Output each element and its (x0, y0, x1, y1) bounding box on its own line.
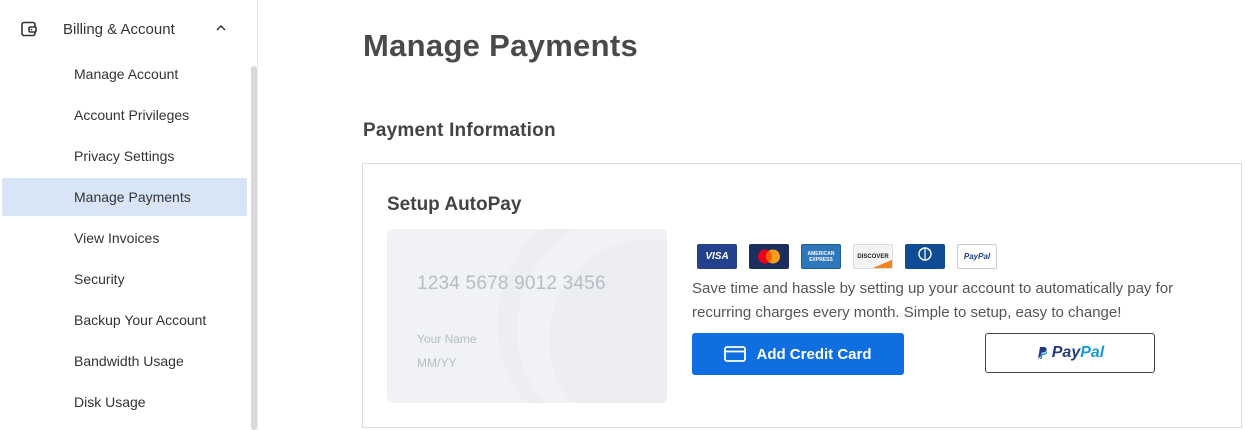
paypal-wordmark: PayPal (1052, 344, 1104, 362)
sidebar-item-view-invoices[interactable]: View Invoices (2, 218, 247, 259)
autopay-panel: Setup AutoPay 1234 5678 9012 3456 Your N… (362, 163, 1242, 428)
paypal-word-pay: Pay (1051, 344, 1081, 361)
discover-stripe-icon (872, 259, 892, 268)
sidebar-item-backup-your-account[interactable]: Backup Your Account (2, 300, 247, 341)
credit-card-icon (724, 346, 747, 362)
page-title: Manage Payments (363, 28, 638, 63)
sidebar: Billing & Account Manage Account Account… (0, 0, 258, 430)
sidebar-item-account-privileges[interactable]: Account Privileges (2, 95, 247, 136)
sidebar-header-label: Billing & Account (63, 21, 175, 38)
add-credit-card-button[interactable]: Add Credit Card (692, 333, 904, 375)
section-title: Payment Information (363, 120, 556, 141)
card-expiry-placeholder: MM/YY (417, 356, 457, 370)
sidebar-item-security[interactable]: Security (2, 259, 247, 300)
payment-logos: VISA AMERICAN EXPRESS DISCOVER PayPal (697, 244, 1009, 269)
panel-title: Setup AutoPay (387, 194, 522, 215)
paypal-word-pal: Pal (1080, 344, 1105, 361)
card-name-placeholder: Your Name (417, 332, 477, 346)
card-decoration (497, 229, 667, 403)
add-credit-card-label: Add Credit Card (756, 345, 872, 363)
sidebar-item-manage-account[interactable]: Manage Account (2, 54, 247, 95)
sidebar-item-disk-usage[interactable]: Disk Usage (2, 382, 247, 423)
visa-logo: VISA (697, 244, 737, 269)
autopay-description: Save time and hassle by setting up your … (692, 280, 1174, 321)
sidebar-item-manage-payments[interactable]: Manage Payments (2, 178, 247, 216)
paypal-logo: PayPal (957, 244, 997, 269)
amex-logo: AMERICAN EXPRESS (801, 244, 841, 269)
diners-club-icon (918, 247, 932, 261)
mastercard-icon (758, 249, 780, 264)
diners-club-logo (905, 244, 945, 269)
sidebar-item-bandwidth-usage[interactable]: Bandwidth Usage (2, 341, 247, 382)
credit-card-illustration: 1234 5678 9012 3456 Your Name MM/YY (387, 229, 667, 403)
paypal-button[interactable]: PayPal (985, 333, 1155, 373)
mastercard-logo (749, 244, 789, 269)
billing-account-toggle[interactable]: Billing & Account (0, 0, 250, 60)
paypal-p-icon (1037, 347, 1047, 359)
card-number-placeholder: 1234 5678 9012 3456 (417, 273, 606, 294)
wallet-icon (21, 21, 37, 37)
discover-logo: DISCOVER (853, 244, 893, 269)
sidebar-item-privacy-settings[interactable]: Privacy Settings (2, 136, 247, 177)
chevron-up-icon[interactable] (215, 22, 227, 34)
sidebar-scrollbar[interactable] (251, 66, 257, 430)
sidebar-menu: Manage Account Account Privileges Privac… (2, 54, 247, 423)
